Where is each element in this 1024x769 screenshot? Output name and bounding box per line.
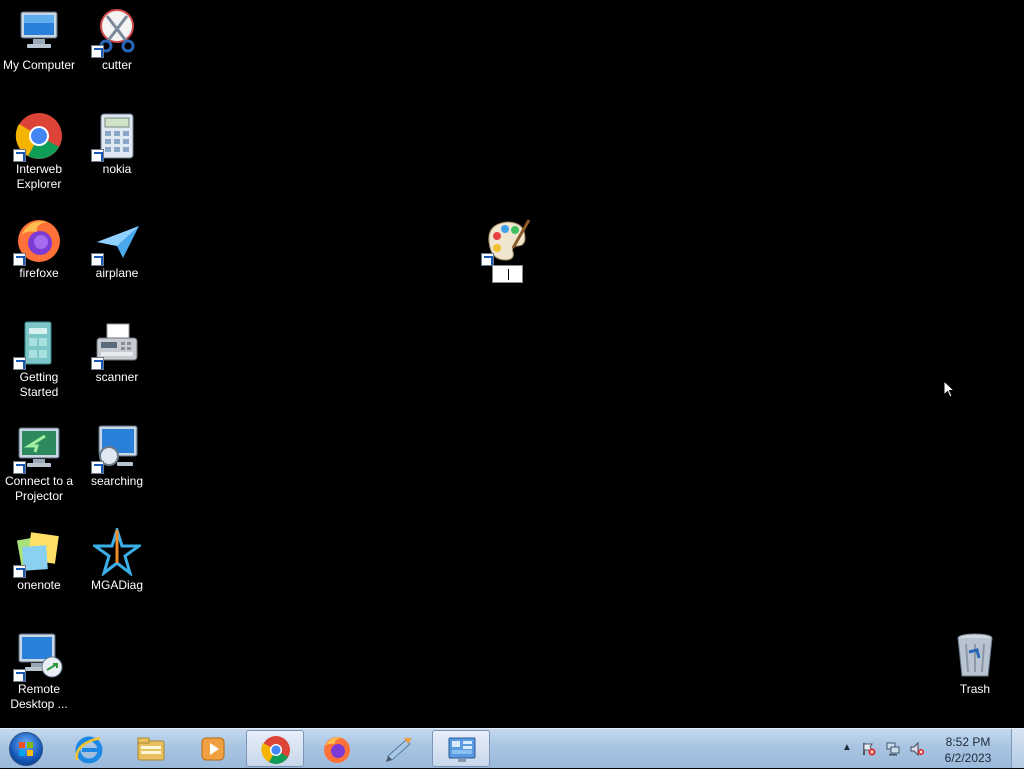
network-icon[interactable] — [886, 742, 900, 756]
show-desktop-button[interactable] — [1011, 729, 1024, 768]
chrome-icon — [13, 112, 63, 162]
shortcut-arrow-icon — [13, 253, 26, 266]
scissors-icon — [91, 8, 141, 58]
paint-palette-icon — [481, 216, 531, 266]
search-monitor-icon — [91, 424, 141, 474]
calculator-icon — [91, 112, 141, 162]
desktop-icon-my-computer[interactable]: My Computer — [0, 8, 78, 73]
shortcut-arrow-icon — [91, 253, 104, 266]
recycle-bin-icon — [951, 632, 999, 680]
desktop-icon-cutter[interactable]: cutter — [78, 8, 156, 73]
desktop-icon-airplane[interactable]: airplane — [78, 216, 156, 281]
shortcut-arrow-icon — [13, 669, 26, 682]
desktop-icon-label: Getting Started — [19, 370, 59, 399]
desktop-icon-label: MGADiag — [90, 578, 143, 592]
desktop-icon-label: My Computer — [2, 58, 76, 72]
desktop-icon-trash[interactable]: Trash — [936, 632, 1014, 697]
start-button[interactable] — [4, 731, 48, 767]
desktop-icon-label: firefoxe — [19, 266, 59, 280]
shortcut-arrow-icon — [91, 357, 104, 370]
shortcut-arrow-icon — [13, 565, 26, 578]
desktop-icon-mgadiag[interactable]: MGADiag — [78, 524, 156, 593]
taskbar: ▲ 8:52 PM 6/2/2023 — [0, 728, 1024, 768]
folder-icon — [137, 737, 165, 761]
desktop-icon-getting-started[interactable]: Getting Started — [0, 320, 78, 400]
clock-time: 8:52 PM — [945, 735, 991, 749]
volume-muted-icon[interactable] — [910, 742, 924, 756]
computer-icon — [15, 8, 63, 56]
getting-started-icon — [13, 320, 63, 370]
windows-logo-icon — [9, 732, 43, 766]
shortcut-arrow-icon — [13, 461, 26, 474]
taskbar-chrome-button[interactable] — [246, 730, 304, 767]
chrome-icon — [261, 736, 290, 764]
paper-plane-icon — [91, 216, 141, 266]
shortcut-arrow-icon — [91, 149, 104, 162]
rename-input[interactable] — [492, 265, 523, 283]
text-caret — [508, 269, 509, 280]
desktop-icon-label: Remote Desktop ... — [10, 682, 68, 711]
paint-brush-icon — [386, 738, 412, 762]
shortcut-arrow-icon — [91, 461, 104, 474]
desktop-icon-scanner[interactable]: scanner — [78, 320, 156, 385]
desktop-icon-remote-desktop[interactable]: Remote Desktop ... — [0, 632, 78, 712]
shortcut-arrow-icon — [13, 149, 26, 162]
media-player-icon — [201, 737, 225, 761]
desktop-icon-paint-renaming[interactable] — [468, 216, 546, 266]
desktop-icon-label: Trash — [959, 682, 991, 696]
ie-icon — [75, 736, 103, 764]
control-panel-icon — [448, 737, 476, 762]
shortcut-arrow-icon — [13, 357, 26, 370]
taskbar-paint-button[interactable] — [370, 730, 428, 767]
fax-scanner-icon — [91, 320, 141, 370]
taskbar-firefox-button[interactable] — [308, 730, 366, 767]
system-tray: ▲ 8:52 PM 6/2/2023 — [834, 729, 1024, 769]
taskbar-file-explorer-button[interactable] — [122, 730, 180, 767]
desktop-icon-label: scanner — [95, 370, 139, 384]
clock-date: 6/2/2023 — [944, 751, 992, 765]
mouse-cursor-icon — [943, 380, 955, 398]
clock[interactable]: 8:52 PM 6/2/2023 — [938, 734, 998, 766]
desktop-icon-label: Interweb Explorer — [15, 162, 63, 191]
desktop-icon-interweb-explorer[interactable]: Interweb Explorer — [0, 112, 78, 192]
action-center-flag-icon[interactable] — [862, 742, 876, 756]
desktop-icon-onenote[interactable]: onenote — [0, 528, 78, 593]
desktop-icon-nokia[interactable]: nokia — [78, 112, 156, 177]
taskbar-ie-button[interactable] — [60, 730, 118, 767]
taskbar-media-player-button[interactable] — [184, 730, 242, 767]
firefox-icon — [324, 737, 350, 763]
desktop-icon-label: Connect to a Projector — [4, 474, 74, 503]
desktop-icon-label: searching — [90, 474, 144, 488]
desktop-icon-label: airplane — [95, 266, 139, 280]
sticky-notes-icon — [13, 528, 63, 578]
shortcut-arrow-icon — [91, 45, 104, 58]
desktop[interactable]: My Computer cutter Interweb Explorer nok… — [0, 0, 1024, 728]
show-hidden-icons-button[interactable]: ▲ — [842, 742, 852, 753]
projector-monitor-icon — [13, 424, 63, 474]
remote-desktop-icon — [13, 632, 63, 682]
desktop-icon-firefoxe[interactable]: firefoxe — [0, 216, 78, 281]
desktop-icon-label: cutter — [101, 58, 132, 72]
taskbar-control-panel-button[interactable] — [432, 730, 490, 767]
star-icon — [90, 524, 144, 578]
firefox-icon — [13, 216, 63, 266]
desktop-icon-connect-projector[interactable]: Connect to a Projector — [0, 424, 78, 504]
desktop-icon-searching[interactable]: searching — [78, 424, 156, 489]
desktop-icon-label: onenote — [17, 578, 61, 592]
desktop-icon-label: nokia — [102, 162, 132, 176]
